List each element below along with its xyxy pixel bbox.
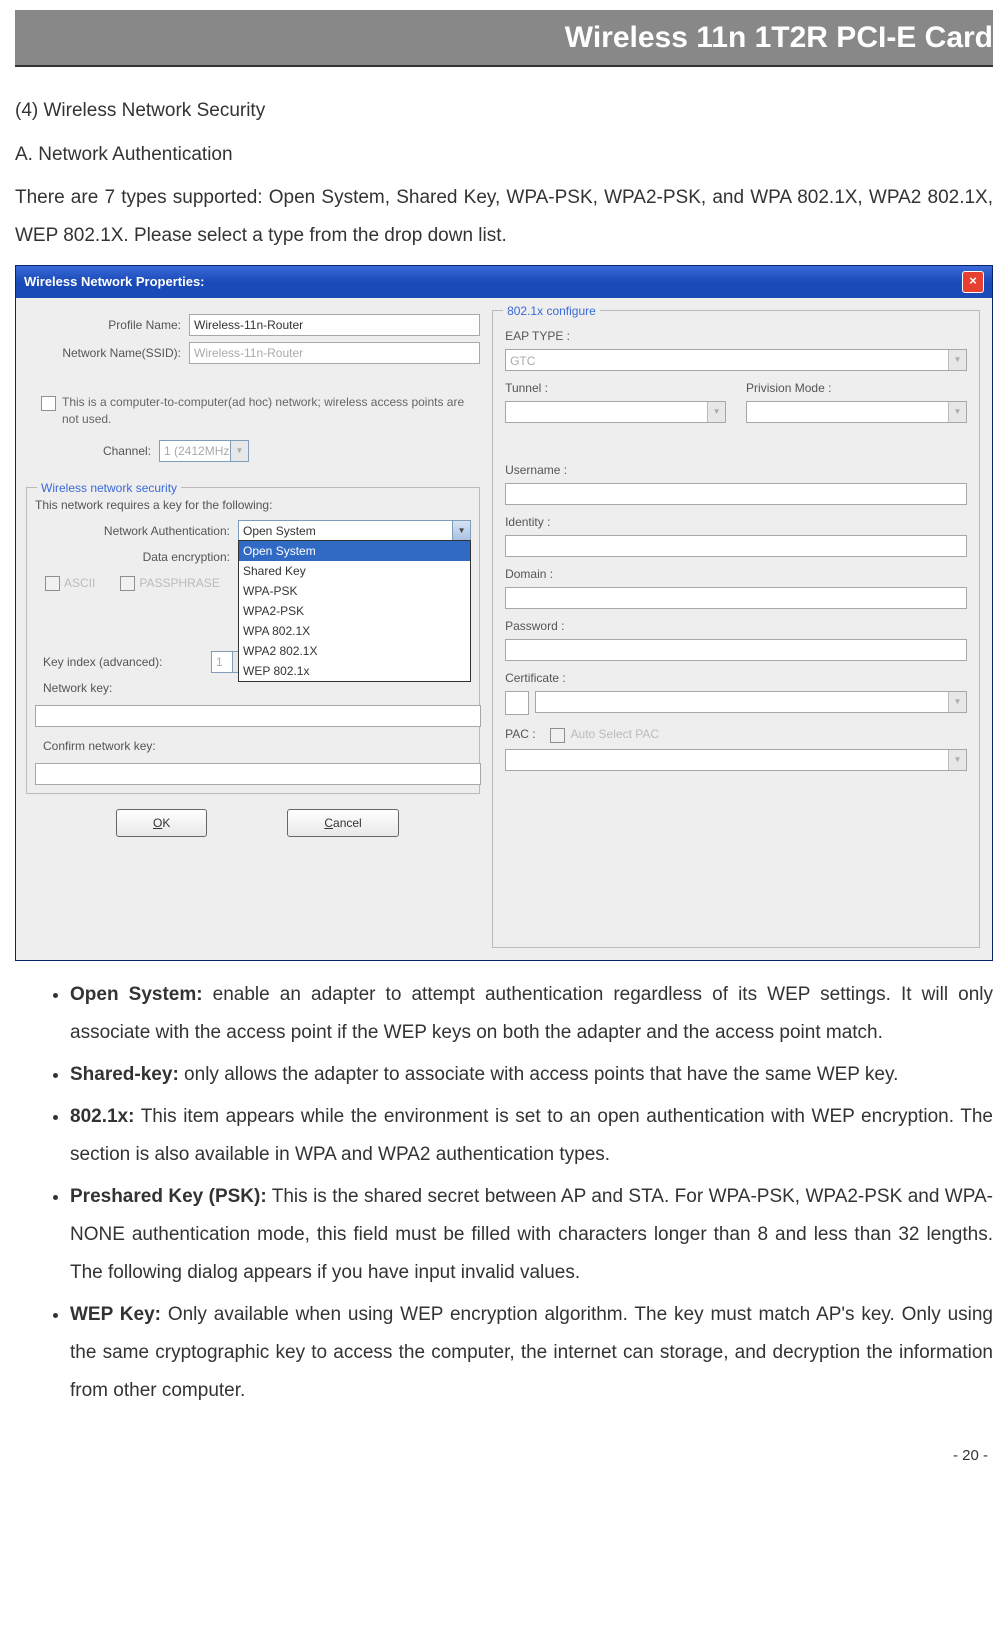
network-key-label: Network key:	[43, 681, 112, 695]
bullet-shared-key: Shared-key: only allows the adapter to a…	[70, 1056, 993, 1094]
pac-dropdown[interactable]: ▼	[505, 749, 967, 771]
provision-mode-label: Privision Mode :	[746, 379, 967, 397]
certificate-checkbox[interactable]	[505, 691, 529, 715]
profile-name-label: Profile Name:	[26, 316, 189, 334]
tunnel-dropdown[interactable]: ▼	[505, 401, 726, 423]
auth-option[interactable]: Shared Key	[239, 561, 470, 581]
auth-option[interactable]: WPA 802.1X	[239, 621, 470, 641]
provision-mode-dropdown[interactable]: ▼	[746, 401, 967, 423]
channel-label: Channel:	[26, 442, 159, 460]
domain-input[interactable]	[505, 587, 967, 609]
ascii-checkbox-wrap[interactable]: ASCII	[45, 574, 95, 592]
encryption-label: Data encryption:	[35, 548, 238, 566]
auth-option[interactable]: WPA2 802.1X	[239, 641, 470, 661]
ok-button[interactable]: OK	[116, 809, 207, 837]
auth-option[interactable]: WPA-PSK	[239, 581, 470, 601]
chevron-down-icon: ▼	[948, 402, 966, 422]
ssid-label: Network Name(SSID):	[26, 344, 189, 362]
security-text: This network requires a key for the foll…	[35, 496, 471, 514]
auto-select-pac-checkbox[interactable]	[550, 728, 565, 743]
chevron-down-icon: ▼	[230, 441, 248, 461]
dialog-titlebar[interactable]: Wireless Network Properties: ×	[16, 266, 992, 298]
channel-value: 1 (2412MHz)	[164, 442, 233, 460]
security-legend: Wireless network security	[37, 479, 181, 497]
auth-option[interactable]: Open System	[239, 541, 470, 561]
adhoc-checkbox[interactable]	[41, 396, 56, 411]
chevron-down-icon: ▼	[707, 402, 725, 422]
bullet-psk: Preshared Key (PSK): This is the shared …	[70, 1178, 993, 1292]
chevron-down-icon: ▼	[948, 692, 966, 712]
key-index-label: Key index (advanced):	[35, 653, 211, 671]
confirm-key-input[interactable]	[35, 763, 481, 785]
tunnel-label: Tunnel :	[505, 379, 726, 397]
eap-type-dropdown[interactable]: GTC ▼	[505, 349, 967, 371]
chevron-down-icon: ▼	[948, 750, 966, 770]
password-input[interactable]	[505, 639, 967, 661]
auto-select-pac-checkbox-wrap[interactable]: Auto Select PAC	[550, 725, 660, 743]
passphrase-checkbox-wrap[interactable]: PASSPHRASE	[120, 574, 219, 592]
eap-type-value: GTC	[510, 354, 535, 368]
confirm-key-label: Confirm network key:	[43, 739, 156, 753]
page-number: - 20 -	[15, 1445, 993, 1468]
intro-text: There are 7 types supported: Open System…	[15, 179, 993, 255]
bullet-open-system: Open System: enable an adapter to attemp…	[70, 976, 993, 1052]
wireless-properties-dialog: Wireless Network Properties: × Profile N…	[15, 265, 993, 961]
chevron-down-icon: ▼	[948, 350, 966, 370]
identity-label: Identity :	[505, 513, 967, 531]
dialog-title: Wireless Network Properties:	[24, 272, 205, 292]
identity-input[interactable]	[505, 535, 967, 557]
username-input[interactable]	[505, 483, 967, 505]
profile-name-input[interactable]	[189, 314, 480, 336]
key-index-value: 1	[216, 653, 223, 671]
certificate-dropdown[interactable]: ▼	[535, 691, 967, 713]
close-icon[interactable]: ×	[962, 271, 984, 293]
sub-a-title: A. Network Authentication	[15, 141, 993, 170]
cancel-button[interactable]: Cancel	[287, 809, 398, 837]
domain-label: Domain :	[505, 565, 967, 583]
adhoc-label: This is a computer-to-computer(ad hoc) n…	[62, 394, 465, 428]
ascii-checkbox[interactable]	[45, 576, 60, 591]
section-4-title: (4) Wireless Network Security	[15, 97, 993, 126]
ascii-label: ASCII	[64, 574, 95, 592]
ssid-input[interactable]	[189, 342, 480, 364]
page-header-title: Wireless 11n 1T2R PCI-E Card	[15, 10, 993, 67]
password-label: Password :	[505, 617, 967, 635]
network-key-input[interactable]	[35, 705, 481, 727]
channel-dropdown[interactable]: 1 (2412MHz) ▼	[159, 440, 249, 462]
auth-value: Open System	[243, 522, 316, 540]
username-label: Username :	[505, 461, 967, 479]
passphrase-label: PASSPHRASE	[139, 574, 219, 592]
auth-option[interactable]: WPA2-PSK	[239, 601, 470, 621]
auto-select-pac-label: Auto Select PAC	[571, 725, 660, 743]
configure-legend: 802.1x configure	[503, 302, 600, 320]
passphrase-checkbox[interactable]	[120, 576, 135, 591]
certificate-label: Certificate :	[505, 669, 967, 687]
auth-dropdown-list[interactable]: Open System Shared Key WPA-PSK WPA2-PSK …	[238, 540, 471, 682]
eap-type-label: EAP TYPE :	[505, 327, 967, 345]
pac-label: PAC :	[505, 725, 535, 743]
bullet-8021x: 802.1x: This item appears while the envi…	[70, 1098, 993, 1174]
auth-label: Network Authentication:	[35, 522, 238, 540]
auth-dropdown[interactable]: Open System ▼ Open System Shared Key WPA…	[238, 520, 471, 542]
bullet-wep-key: WEP Key: Only available when using WEP e…	[70, 1296, 993, 1410]
chevron-down-icon: ▼	[452, 521, 470, 541]
auth-option[interactable]: WEP 802.1x	[239, 661, 470, 681]
